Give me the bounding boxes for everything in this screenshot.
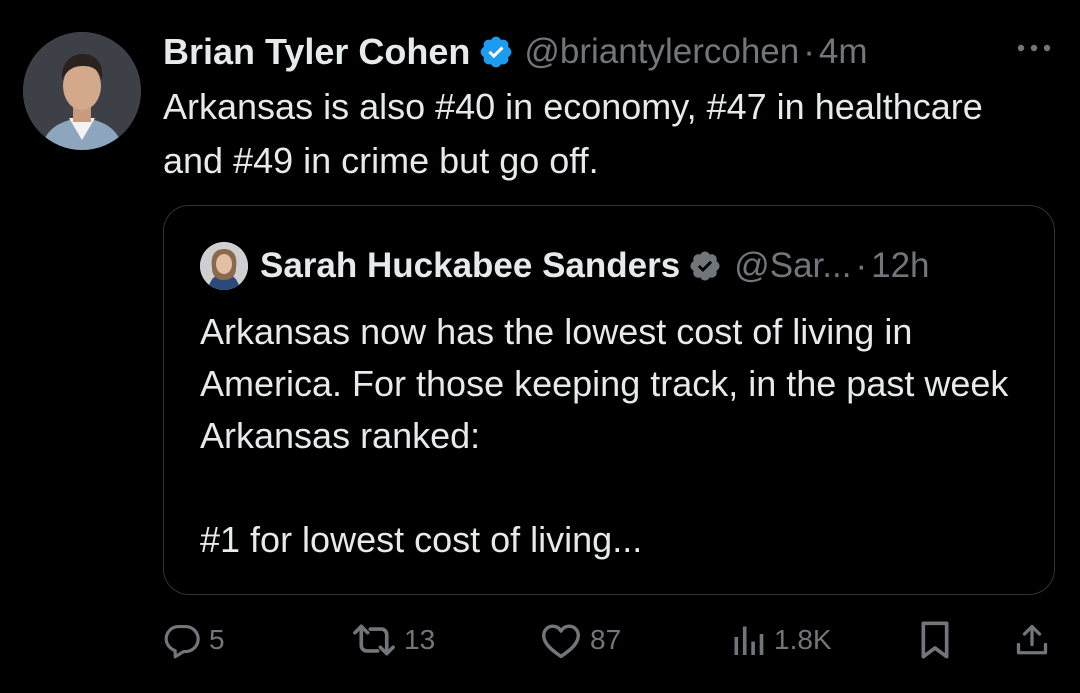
like-icon [542, 624, 580, 659]
repost-icon [353, 624, 395, 656]
author-name[interactable]: Brian Tyler Cohen [163, 31, 470, 73]
views-button[interactable]: 1.8K [730, 612, 832, 668]
tweet-timestamp[interactable]: 4m [819, 32, 868, 72]
bookmark-icon [921, 621, 949, 659]
quoted-tweet[interactable]: Sarah Huckabee Sanders @Sar... · 12h Ark… [163, 205, 1055, 595]
separator-dot: · [855, 246, 868, 285]
reply-button[interactable]: 5 [163, 612, 225, 668]
repost-button[interactable]: 13 [352, 612, 435, 668]
quoted-author-avatar[interactable] [200, 242, 248, 290]
quoted-author-avatar-image [200, 242, 248, 290]
quoted-tweet-paragraph-2: #1 for lowest cost of living... [200, 519, 643, 560]
quoted-tweet-text: Arkansas now has the lowest cost of livi… [200, 306, 1020, 566]
author-avatar-image [23, 32, 141, 150]
view-count: 1.8K [774, 624, 832, 655]
like-button[interactable]: 87 [540, 612, 621, 668]
tweet-text: Arkansas is also #40 in economy, #47 in … [163, 86, 983, 181]
bookmark-button[interactable] [918, 612, 952, 668]
tweet-header: Brian Tyler Cohen @briantylercohen · 4m [163, 28, 868, 76]
verified-badge-icon[interactable] [478, 34, 514, 70]
action-bar: 5 13 87 1.8K [0, 612, 1080, 668]
quoted-tweet-header: Sarah Huckabee Sanders @Sar... · 12h [260, 243, 930, 289]
quoted-tweet-paragraph-1: Arkansas now has the lowest cost of livi… [200, 311, 1009, 456]
repost-count: 13 [404, 624, 436, 655]
author-avatar[interactable] [23, 32, 141, 150]
like-count: 87 [590, 624, 622, 655]
share-icon [1016, 624, 1048, 655]
quoted-tweet-timestamp[interactable]: 12h [871, 246, 929, 286]
quoted-author-name[interactable]: Sarah Huckabee Sanders [260, 246, 680, 286]
quoted-author-handle[interactable]: @Sar... [734, 246, 851, 286]
share-button[interactable] [1014, 612, 1050, 668]
verified-badge-icon[interactable] [688, 249, 722, 283]
more-icon[interactable] [1013, 36, 1055, 60]
reply-count: 5 [209, 624, 225, 655]
author-handle[interactable]: @briantylercohen [524, 32, 799, 72]
views-icon [734, 626, 764, 655]
separator-dot: · [803, 32, 815, 71]
reply-icon [164, 624, 200, 659]
